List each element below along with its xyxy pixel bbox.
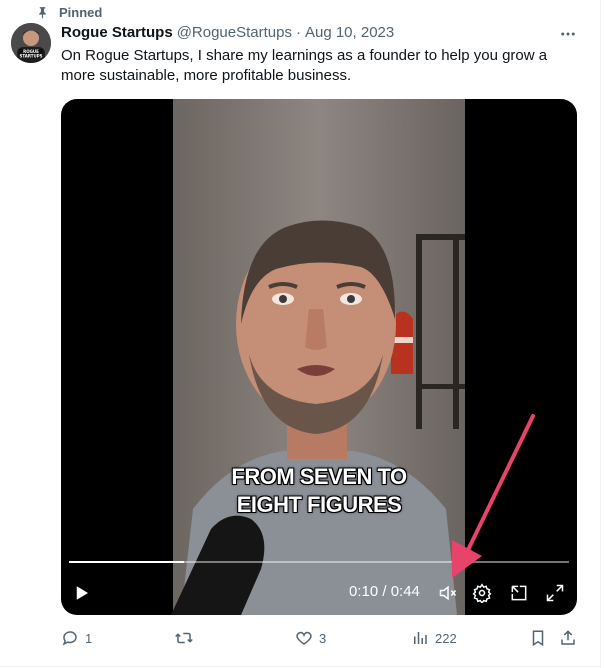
more-icon [561,32,575,36]
heart-icon [296,631,312,645]
caption-line-1: FROM SEVEN TO [231,464,407,489]
caption-line-2: EIGHT FIGURES [236,492,402,517]
tweet-text: On Rogue Startups, I share my learnings … [61,47,548,84]
settings-icon [472,583,492,603]
tweet-actions: 1 3 222 [61,626,581,650]
avatar[interactable]: ROGUE STARTUPS [11,23,51,63]
reply-icon [62,631,77,646]
bookmark-icon [532,630,544,647]
video-caption: FROM SEVEN TO EIGHT FIGURES [173,463,465,519]
tweet-divider [0,666,600,667]
user-handle[interactable]: @RogueStartups [177,24,292,41]
mute-icon [439,585,457,601]
header-separator: · [295,24,301,41]
share-icon [561,630,575,645]
fullscreen-button[interactable] [542,580,568,606]
tweet-header: Rogue Startups @RogueStartups · Aug 10, … [61,24,394,41]
video-progress-fill [69,561,184,563]
views-icon [414,632,427,644]
picture-in-picture-button[interactable] [506,580,532,606]
fullscreen-icon [546,584,564,602]
views-button[interactable]: 222 [411,626,457,650]
video-frame [171,99,465,615]
share-button[interactable] [559,626,577,650]
view-count: 222 [435,630,457,646]
bookmark-button[interactable] [529,626,547,650]
video-progress-bar[interactable] [69,561,569,563]
repost-button[interactable] [175,626,199,650]
reply-button[interactable]: 1 [61,626,92,650]
svg-text:STARTUPS: STARTUPS [19,54,42,59]
like-button[interactable]: 3 [295,626,326,650]
video-player[interactable]: FROM SEVEN TO EIGHT FIGURES 0:10 / 0:44 [61,99,577,615]
pip-icon [511,585,527,601]
more-options-button[interactable] [557,24,579,44]
repost-icon [175,632,193,644]
pinned-label: Pinned [59,4,103,20]
settings-button[interactable] [469,580,495,606]
pinned-indicator: Pinned [36,4,102,20]
tweet-date[interactable]: Aug 10, 2023 [305,24,394,41]
pin-icon [39,6,46,18]
play-icon [76,586,88,600]
display-name[interactable]: Rogue Startups [61,24,173,41]
mute-button[interactable] [435,580,461,606]
timeline-border [600,0,601,668]
like-count: 3 [319,630,327,646]
reply-count: 1 [85,630,93,646]
video-time: 0:10 / 0:44 [349,583,420,600]
play-button[interactable] [69,580,95,606]
